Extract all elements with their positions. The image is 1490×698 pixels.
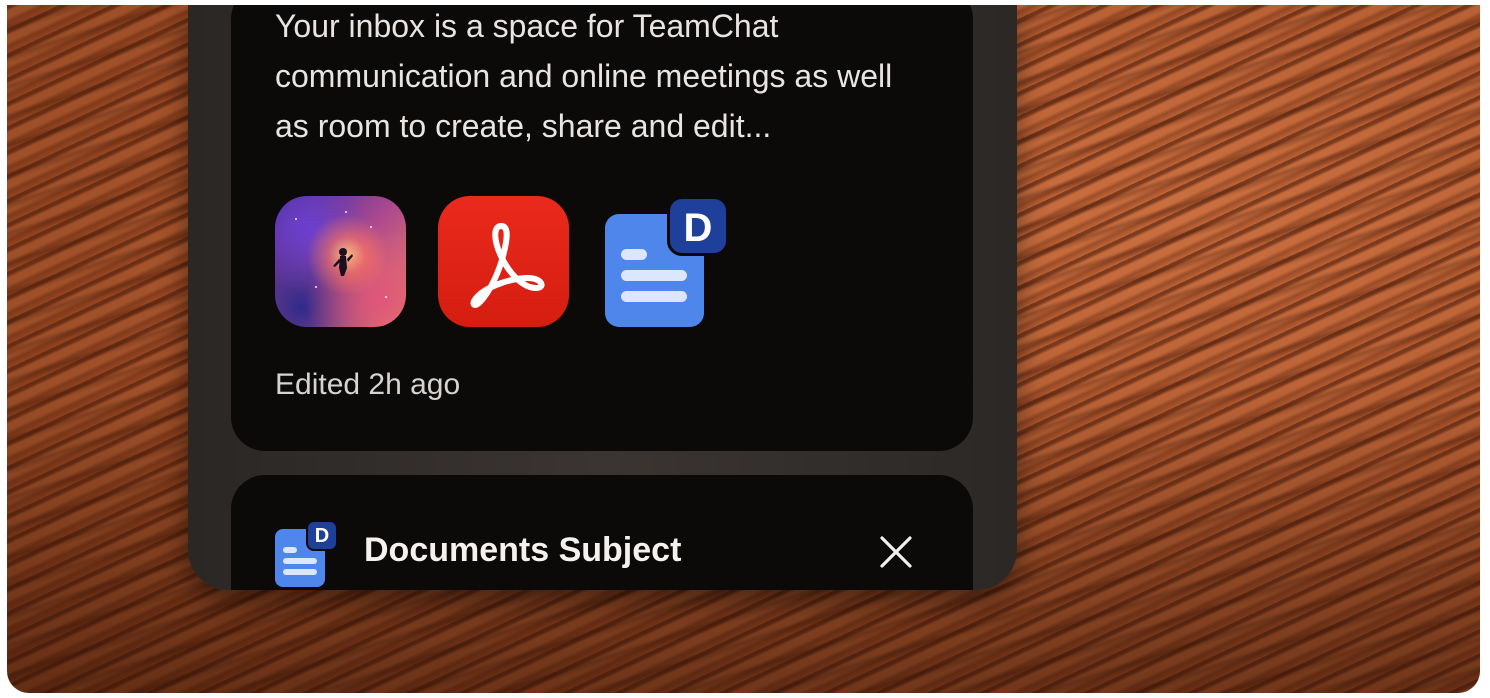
document-card[interactable]: D Documents Subject bbox=[231, 475, 973, 590]
desktop-frame: Your inbox is a space for TeamChat commu… bbox=[7, 5, 1480, 693]
message-preview-text: Your inbox is a space for TeamChat commu… bbox=[275, 8, 893, 144]
document-file-icon: D bbox=[275, 520, 338, 587]
notification-panel: Your inbox is a space for TeamChat commu… bbox=[188, 5, 1017, 590]
message-card[interactable]: Your inbox is a space for TeamChat commu… bbox=[231, 5, 973, 451]
document-badge: D bbox=[667, 196, 729, 256]
photo-thumbnail-icon[interactable] bbox=[275, 196, 406, 327]
pdf-file-icon[interactable] bbox=[438, 196, 569, 327]
document-file-icon[interactable]: D bbox=[605, 196, 729, 327]
document-badge: D bbox=[306, 520, 338, 551]
attachment-list: D bbox=[275, 196, 795, 328]
close-icon[interactable] bbox=[877, 533, 915, 571]
edited-timestamp: Edited 2h ago bbox=[275, 368, 461, 401]
document-subject-title: Documents Subject bbox=[364, 531, 682, 569]
